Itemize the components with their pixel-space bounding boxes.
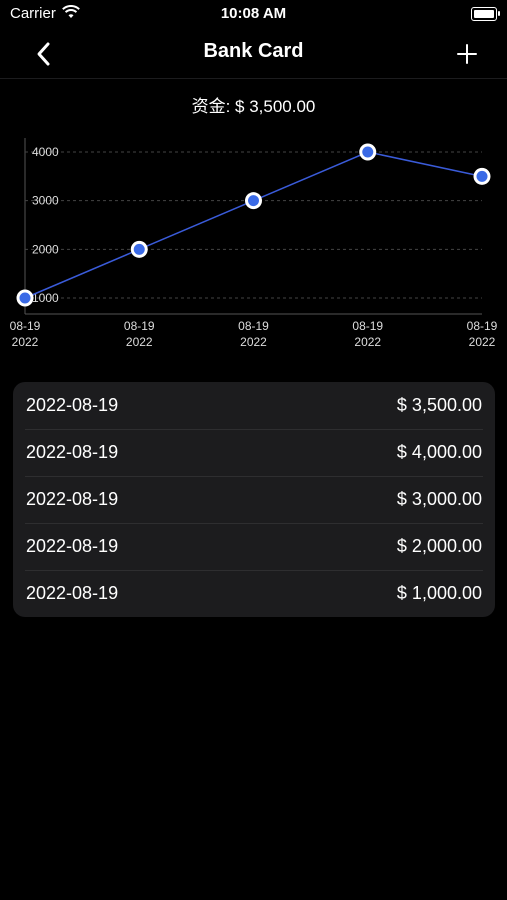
data-point bbox=[133, 243, 145, 255]
y-tick-label: 4000 bbox=[32, 145, 59, 159]
record-amount: $ 2,000.00 bbox=[396, 536, 482, 556]
record-date: 2022-08-19 bbox=[26, 395, 119, 415]
records-list: 2022-08-19 $ 3,500.00 2022-08-19 $ 4,000.00… bbox=[13, 382, 495, 617]
record-amount: $ 4,000.00 bbox=[396, 442, 482, 462]
record-date: 2022-08-19 bbox=[26, 536, 119, 556]
record-date: 2022-08-19 bbox=[26, 583, 119, 603]
record-amount: $ 3,500.00 bbox=[396, 395, 482, 415]
list-item[interactable]: 2022-08-19 $ 2,000.00 bbox=[13, 523, 495, 570]
record-date: 2022-08-19 bbox=[26, 442, 119, 462]
data-point bbox=[19, 292, 31, 304]
status-bar: Carrier 10:08 AM bbox=[0, 0, 507, 30]
data-point bbox=[362, 146, 374, 158]
y-tick-label: 3000 bbox=[32, 194, 59, 208]
navigation-bar: Bank Card bbox=[0, 30, 507, 79]
page-title: Bank Card bbox=[203, 40, 304, 62]
record-date: 2022-08-19 bbox=[26, 489, 119, 509]
y-tick-label: 2000 bbox=[32, 242, 59, 256]
record-amount: $ 1,000.00 bbox=[396, 583, 482, 603]
x-tick-label: 08-19 2022 bbox=[467, 319, 498, 349]
x-tick-label: 08-19 2022 bbox=[352, 319, 383, 349]
clock: 10:08 AM bbox=[220, 5, 287, 22]
list-item[interactable]: 2022-08-19 $ 3,500.00 bbox=[13, 382, 495, 429]
funds-total: 资金: $ 3,500.00 bbox=[191, 97, 316, 116]
record-amount: $ 3,000.00 bbox=[396, 489, 482, 509]
list-item[interactable]: 2022-08-19 $ 4,000.00 bbox=[13, 429, 495, 476]
battery-icon bbox=[471, 7, 500, 21]
data-point bbox=[476, 170, 488, 182]
x-tick-label: 08-19 2022 bbox=[238, 319, 269, 349]
plus-icon bbox=[457, 44, 477, 64]
x-tick-label: 08-19 2022 bbox=[10, 319, 41, 349]
balance-chart: 100020003000400008-19 202208-19 202208-19 2… bbox=[10, 138, 498, 349]
list-item[interactable]: 2022-08-19 $ 3,000.00 bbox=[13, 476, 495, 523]
x-tick-label: 08-19 2022 bbox=[124, 319, 155, 349]
list-item[interactable]: 2022-08-19 $ 1,000.00 bbox=[13, 570, 495, 617]
data-point bbox=[248, 195, 259, 207]
series-line bbox=[24, 151, 483, 299]
add-button[interactable] bbox=[455, 42, 479, 66]
